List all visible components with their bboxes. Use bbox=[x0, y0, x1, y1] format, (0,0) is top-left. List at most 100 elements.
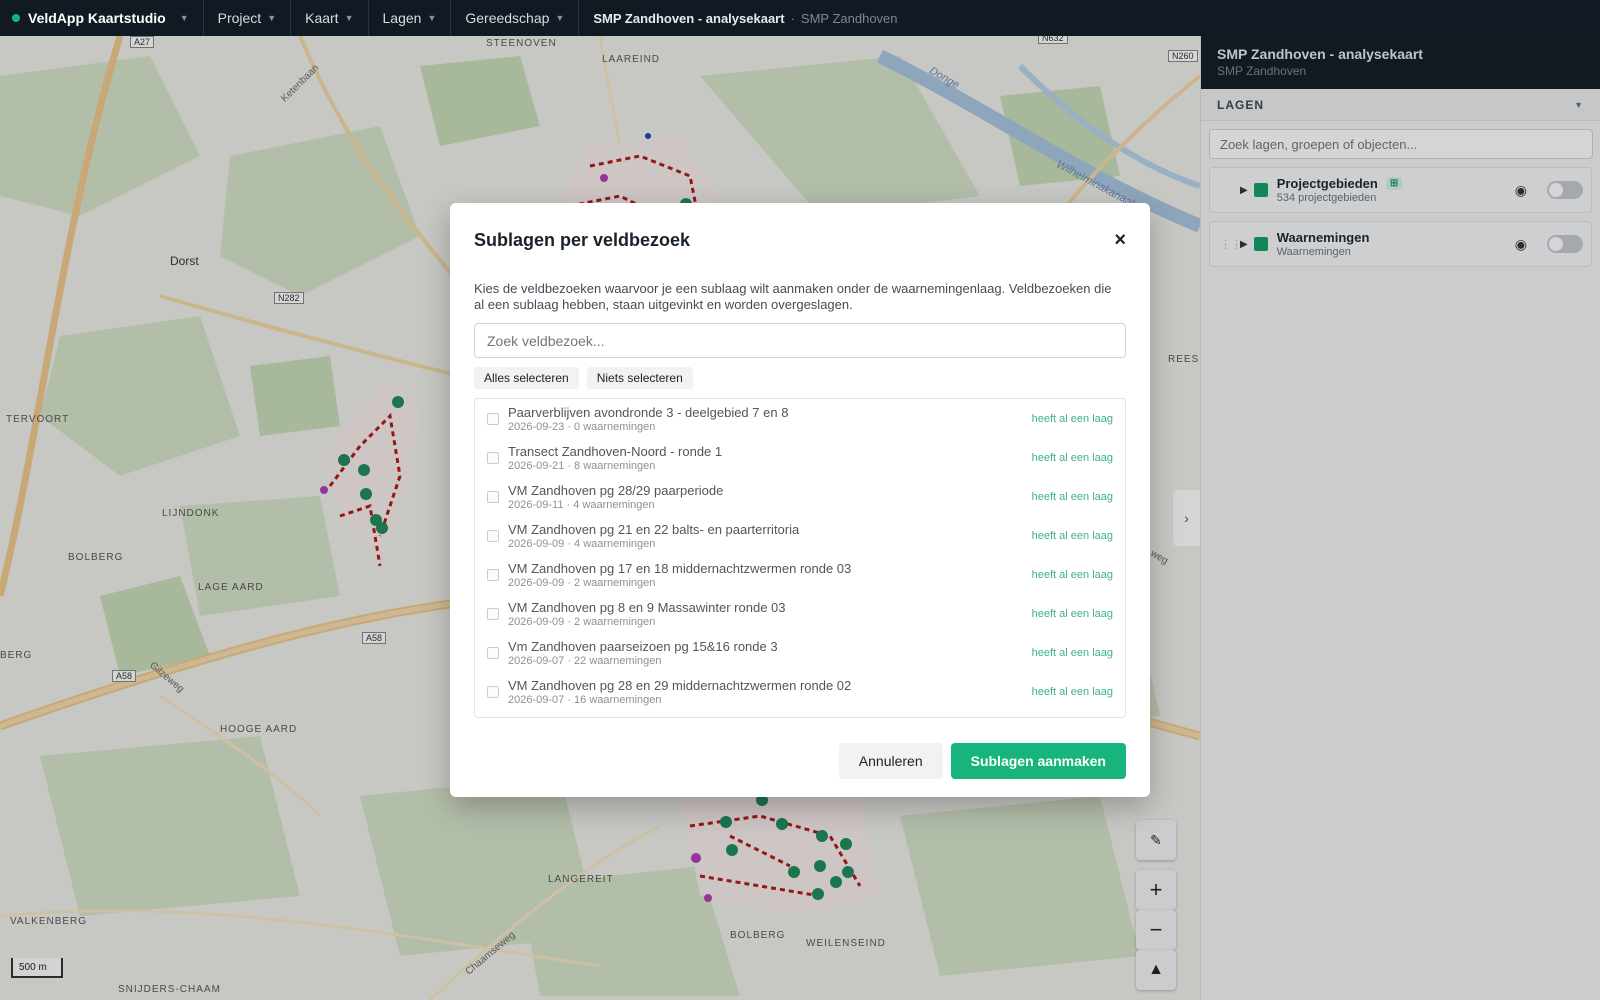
row-meta: 2026-09-09 · 2 waarnemingen bbox=[508, 615, 656, 628]
draw-tool-button[interactable]: ✎ bbox=[1136, 820, 1176, 860]
row-title: VM Zandhoven pg 8 en 9 Massawinter ronde… bbox=[508, 599, 786, 615]
menu-gereedschap[interactable]: Gereedschap ▼ bbox=[451, 0, 580, 36]
breadcrumb: SMP Zandhoven - analysekaart · SMP Zandh… bbox=[579, 11, 911, 26]
chevron-down-icon: ▼ bbox=[427, 13, 437, 23]
minus-icon: − bbox=[1149, 917, 1163, 942]
list-item[interactable]: VM Zandhoven pg 17 en 18 middernachtzwer… bbox=[475, 555, 1125, 594]
zoom-out-button[interactable]: − bbox=[1136, 910, 1176, 950]
row-status-note: heeft al een laag bbox=[1031, 685, 1113, 698]
list-item[interactable]: Transect Zandhoven-Noord - ronde 1 2026-0… bbox=[475, 438, 1125, 477]
compass-icon: ▲ bbox=[1148, 961, 1164, 978]
selection-buttons: Alles selecteren Niets selecteren bbox=[474, 367, 1126, 389]
close-icon[interactable]: × bbox=[1114, 229, 1126, 252]
row-text: VM Zandhoven pg 21 en 22 balts- en paart… bbox=[508, 522, 1032, 550]
list-item[interactable]: VM Zandhoven pg 8 en 9 Massawinter ronde… bbox=[475, 594, 1125, 633]
row-title: VM Zandhoven pg 28/29 paarperiode bbox=[508, 482, 724, 498]
sidebar-header: SMP Zandhoven - analysekaart SMP Zandhov… bbox=[1201, 36, 1600, 89]
list-item[interactable]: VM Zandhoven pg 28 en 29 middernachtzwer… bbox=[475, 672, 1125, 711]
field-visit-search-input[interactable] bbox=[474, 323, 1126, 358]
map-label-hooge-aard: HOOGE AARD bbox=[220, 724, 298, 735]
row-checkbox[interactable] bbox=[487, 646, 499, 659]
menu-project[interactable]: Project ▼ bbox=[204, 0, 292, 36]
eye-icon[interactable]: ◉ bbox=[1515, 236, 1527, 253]
chevron-right-icon: › bbox=[1184, 510, 1189, 526]
row-meta: 2026-09-09 · 4 waarnemingen bbox=[508, 537, 656, 550]
row-title: Paarverblijven avondronde 3 - deelgebied… bbox=[508, 404, 789, 420]
layer-color-swatch bbox=[1253, 183, 1268, 197]
cancel-button[interactable]: Annuleren bbox=[838, 743, 943, 779]
row-status-note: heeft al een laag bbox=[1031, 607, 1113, 620]
layer-row-projectgebieden[interactable]: ▶ Projectgebieden ⊞ 534 projectgebieden … bbox=[1209, 167, 1592, 213]
menu-lagen-label: Lagen bbox=[382, 10, 422, 26]
row-title: Transect Zandhoven-Noord - ronde 1 bbox=[508, 443, 723, 459]
drag-handle-icon[interactable]: ⋮⋮ bbox=[1220, 238, 1242, 251]
list-item[interactable]: Vm Zandhoven paarseizoen pg 15&16 ronde … bbox=[475, 633, 1125, 672]
layer-row-waarnemingen[interactable]: ⋮⋮ ▶ Waarnemingen Waarnemingen ◉ bbox=[1209, 221, 1592, 267]
row-title: VM Zandhoven pg 17 en 18 middernachtzwer… bbox=[508, 560, 852, 576]
layer-name: Waarnemingen bbox=[1277, 230, 1515, 245]
select-none-button[interactable]: Niets selecteren bbox=[586, 367, 693, 389]
sidebar-collapse-button[interactable]: › bbox=[1173, 490, 1200, 546]
row-meta: 2026-09-23 · 0 waarnemingen bbox=[508, 420, 656, 433]
row-meta: 2026-09-07 · 16 waarnemingen bbox=[508, 693, 662, 706]
layer-text: Waarnemingen Waarnemingen bbox=[1277, 230, 1515, 258]
field-visit-list[interactable]: Paarverblijven avondronde 3 - deelgebied… bbox=[474, 398, 1126, 718]
expand-triangle-icon[interactable]: ▶ bbox=[1240, 239, 1248, 250]
layer-subtitle: Waarnemingen bbox=[1276, 246, 1351, 258]
row-meta: 2026-09-21 · 8 waarnemingen bbox=[508, 459, 656, 472]
map-label-tervoort: TERVOORT bbox=[6, 414, 70, 425]
list-item[interactable]: VM Zandhoven pg 21 en 22 balts- en paart… bbox=[475, 516, 1125, 555]
layer-search-input[interactable] bbox=[1209, 129, 1593, 159]
layer-name: Projectgebieden ⊞ bbox=[1277, 176, 1515, 191]
row-checkbox[interactable] bbox=[487, 568, 499, 581]
breadcrumb-project: SMP Zandhoven - analysekaart bbox=[593, 10, 785, 26]
list-item[interactable]: VM Zandhoven pg 28/29 paarperiode 2026-09… bbox=[475, 477, 1125, 516]
row-text: VM Zandhoven pg 17 en 18 middernachtzwer… bbox=[508, 561, 1032, 589]
create-sublayers-button[interactable]: Sublagen aanmaken bbox=[950, 743, 1126, 779]
chevron-down-icon: ▼ bbox=[267, 13, 277, 23]
eye-icon[interactable]: ◉ bbox=[1515, 182, 1527, 199]
plus-icon: + bbox=[1149, 877, 1163, 902]
map-label-lage-aard: LAGE AARD bbox=[198, 582, 264, 593]
compass-button[interactable]: ▲ bbox=[1136, 950, 1176, 990]
layer-visibility-toggle[interactable] bbox=[1547, 181, 1583, 199]
chevron-down-icon: ▼ bbox=[555, 13, 565, 23]
sublayers-dialog: Sublagen per veldbezoek × Kies de veldbe… bbox=[450, 203, 1150, 797]
row-status-note: heeft al een laag bbox=[1031, 412, 1113, 425]
map-label-snijders-chaam: SNIJDERS-CHAAM bbox=[118, 984, 221, 995]
row-meta: 2026-09-07 · 22 waarnemingen bbox=[508, 654, 662, 667]
menu-lagen[interactable]: Lagen ▼ bbox=[369, 0, 452, 36]
app-brand-menu[interactable]: VeldApp Kaartstudio ▼ bbox=[0, 0, 204, 36]
row-checkbox[interactable] bbox=[487, 685, 499, 698]
main-menu: Project ▼ Kaart ▼ Lagen ▼ Gereedschap ▼ bbox=[204, 0, 580, 36]
row-checkbox[interactable] bbox=[487, 490, 499, 503]
row-status-note: heeft al een laag bbox=[1031, 646, 1113, 659]
select-all-button[interactable]: Alles selecteren bbox=[474, 367, 579, 389]
expand-triangle-icon[interactable]: ▶ bbox=[1240, 185, 1248, 196]
layers-section-header[interactable]: LAGEN ▼ bbox=[1201, 89, 1600, 121]
row-text: VM Zandhoven pg 28/29 paarperiode 2026-09… bbox=[508, 483, 1032, 511]
row-checkbox[interactable] bbox=[487, 607, 499, 620]
row-text: Vm Zandhoven paarseizoen pg 15&16 ronde … bbox=[508, 639, 1032, 667]
road-tag-n260: N260 bbox=[1168, 50, 1198, 62]
sidebar-subtitle: SMP Zandhoven bbox=[1217, 64, 1307, 78]
map-label-reesh: REESH bbox=[1168, 354, 1200, 365]
layer-visibility-toggle[interactable] bbox=[1547, 235, 1583, 253]
chevron-down-icon: ▼ bbox=[344, 13, 354, 23]
road-tag-a58-west: A58 bbox=[112, 670, 137, 682]
sidebar-title: SMP Zandhoven - analysekaart bbox=[1217, 46, 1423, 62]
zoom-in-button[interactable]: + bbox=[1136, 870, 1176, 910]
layer-name-label: Waarnemingen bbox=[1276, 230, 1370, 245]
menu-kaart[interactable]: Kaart ▼ bbox=[291, 0, 369, 36]
row-checkbox[interactable] bbox=[487, 451, 499, 464]
dialog-title: Sublagen per veldbezoek bbox=[474, 229, 691, 250]
map-label-laareind: LAAREIND bbox=[602, 54, 661, 65]
row-checkbox[interactable] bbox=[487, 412, 499, 425]
breadcrumb-separator: · bbox=[790, 10, 795, 26]
scale-bar: 500 m bbox=[11, 958, 63, 978]
list-item[interactable]: Paarverblijven avondronde 3 - deelgebied… bbox=[475, 399, 1125, 438]
row-title: Vm Zandhoven paarseizoen pg 15&16 ronde … bbox=[508, 638, 778, 654]
row-status-note: heeft al een laag bbox=[1031, 529, 1113, 542]
map-label-dorst: Dorst bbox=[170, 254, 199, 268]
row-checkbox[interactable] bbox=[487, 529, 499, 542]
